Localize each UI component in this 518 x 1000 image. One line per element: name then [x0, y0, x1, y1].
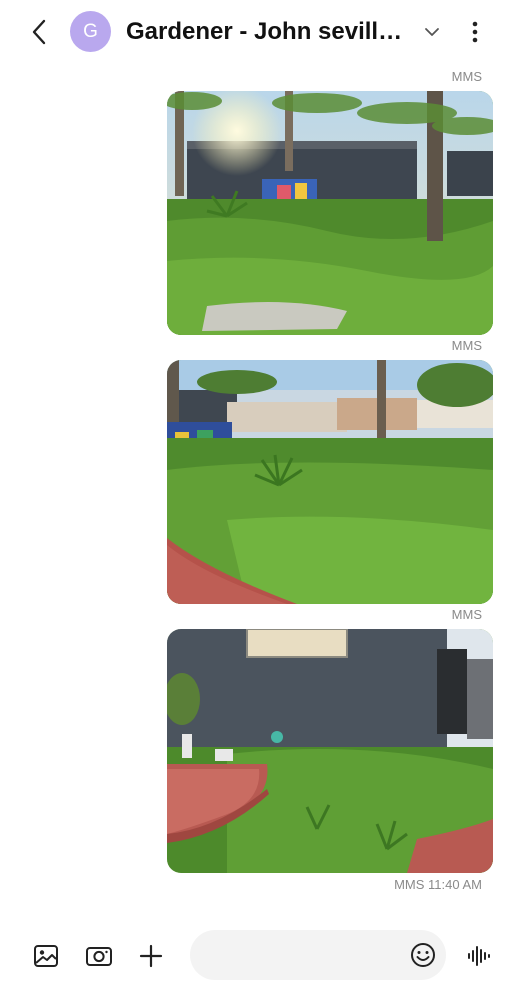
front-yard-palms-photo [167, 91, 493, 335]
more-options-button[interactable] [463, 16, 487, 48]
voice-waveform-icon [468, 946, 490, 966]
message-type-label: MMS [451, 338, 482, 353]
camera-button[interactable] [85, 942, 113, 970]
front-yard-walkway-photo [167, 360, 493, 604]
composer-bar [0, 920, 518, 990]
expand-details-button[interactable] [420, 20, 444, 44]
emoji-icon [411, 943, 435, 967]
emoji-button[interactable] [409, 941, 437, 969]
more-vertical-icon [472, 21, 478, 43]
message-type-label: MMS [451, 607, 482, 622]
back-button[interactable] [24, 16, 56, 48]
avatar[interactable]: G [70, 11, 111, 52]
conversation-title[interactable]: Gardener - John sevill… [126, 16, 411, 48]
message-type-label: MMS [451, 69, 482, 84]
gallery-button[interactable] [32, 942, 60, 970]
chevron-left-icon [32, 19, 46, 45]
voice-record-button[interactable] [465, 942, 493, 970]
conversation-header: G Gardener - John sevill… [0, 0, 518, 64]
mms-image-front-yard-palms[interactable] [167, 91, 493, 335]
plus-icon [139, 944, 163, 968]
mms-image-front-yard-walkway[interactable] [167, 360, 493, 604]
avatar-letter: G [83, 20, 98, 42]
add-attachment-button[interactable] [137, 942, 165, 970]
message-timestamp: MMS 11:40 AM [394, 877, 482, 892]
camera-icon [86, 947, 112, 966]
chevron-down-icon [425, 28, 439, 36]
mms-image-side-yard-house[interactable] [167, 629, 493, 873]
message-input[interactable] [208, 930, 408, 980]
side-yard-house-wall-photo [167, 629, 493, 873]
gallery-icon [34, 945, 58, 967]
message-compose-field[interactable] [190, 930, 446, 980]
